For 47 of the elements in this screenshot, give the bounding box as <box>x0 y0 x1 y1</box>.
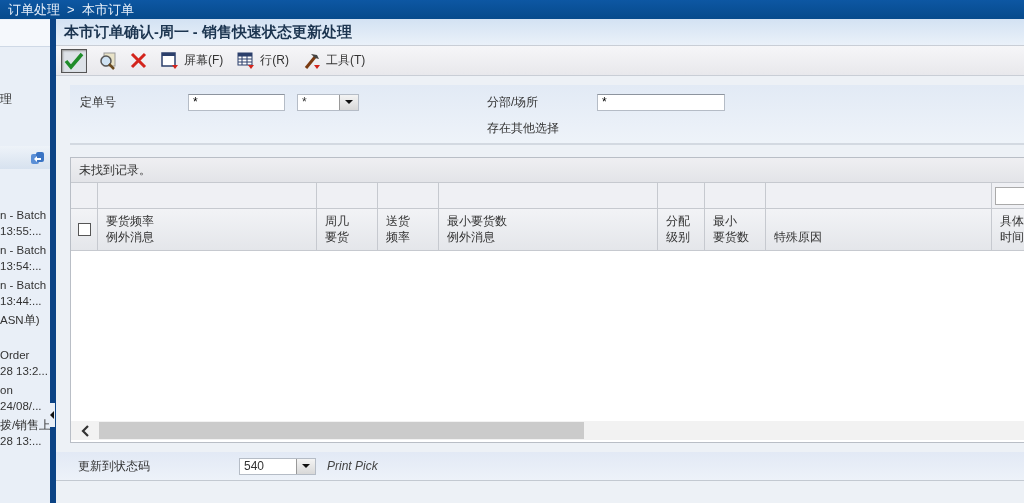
recent-item[interactable]: on 24/08/... <box>0 382 50 414</box>
column-header[interactable]: 周几 要货 <box>317 208 378 251</box>
toolbar-button[interactable] <box>61 48 87 73</box>
tools-icon <box>303 51 321 70</box>
magnifier-icon <box>98 51 116 70</box>
close-icon <box>130 52 147 69</box>
link-text[interactable]: 存在其他选择 <box>487 119 1024 137</box>
breadcrumb-link[interactable]: 订单处理 <box>8 0 60 19</box>
field-label: 分部/场所 <box>487 93 540 111</box>
recent-item[interactable]: n - Batch 13:55:... <box>0 207 50 239</box>
scrollbar-thumb[interactable] <box>99 422 584 439</box>
status-message: 未找到记录。 <box>71 158 1024 182</box>
scroll-left-icon[interactable] <box>80 423 90 438</box>
window-menu-icon <box>161 51 179 70</box>
input-field[interactable]: * <box>597 93 725 111</box>
toolbar-menu[interactable]: 工具(T) <box>300 48 369 73</box>
caret-icon <box>302 464 310 468</box>
column-header[interactable]: 最小 要货数 <box>705 208 766 251</box>
column-header[interactable]: 具体 时间 <box>992 208 1024 251</box>
dropdown[interactable]: 540 <box>239 457 316 475</box>
checkbox[interactable] <box>77 223 91 236</box>
field-label: 更新到状态码 <box>78 457 151 475</box>
refresh-icon[interactable] <box>30 150 45 165</box>
column-header[interactable]: 最小要货数 例外消息 <box>439 208 658 251</box>
recent-item[interactable]: ASN单) <box>0 312 50 344</box>
window-title: 本市订单确认-周一 - 销售快速状态更新处理 <box>56 19 1024 45</box>
collapse-handle[interactable] <box>49 403 55 427</box>
menu-text: 理 <box>0 91 13 107</box>
column-header[interactable]: 分配 级别 <box>658 208 705 251</box>
column-header[interactable]: 特殊原因 <box>766 208 992 251</box>
breadcrumb-link[interactable]: 本市订单 <box>81 0 134 19</box>
recent-item[interactable]: 拨/销售上 28 13:... <box>0 417 50 449</box>
toolbar-menu[interactable]: 行(R) <box>234 48 292 73</box>
column-header[interactable]: 要货频率 例外消息 <box>98 208 317 251</box>
checkmark-icon <box>64 51 84 70</box>
input-field[interactable]: * <box>188 93 285 111</box>
recent-item[interactable]: Order 28 13:2... <box>0 347 50 379</box>
status-description: Print Pick <box>327 459 378 473</box>
recent-item[interactable]: n - Batch 13:54:... <box>0 242 50 274</box>
toolbar-menu[interactable]: 屏幕(F) <box>158 48 227 73</box>
grid-menu-icon <box>237 51 256 70</box>
column-header[interactable]: 送货 频率 <box>378 208 439 251</box>
caret-icon <box>345 100 353 104</box>
dropdown[interactable]: * <box>297 93 359 111</box>
recent-item[interactable]: n - Batch 13:44:... <box>0 277 50 309</box>
breadcrumb-separator: > <box>67 2 75 17</box>
field-label: 定单号 <box>80 93 117 111</box>
